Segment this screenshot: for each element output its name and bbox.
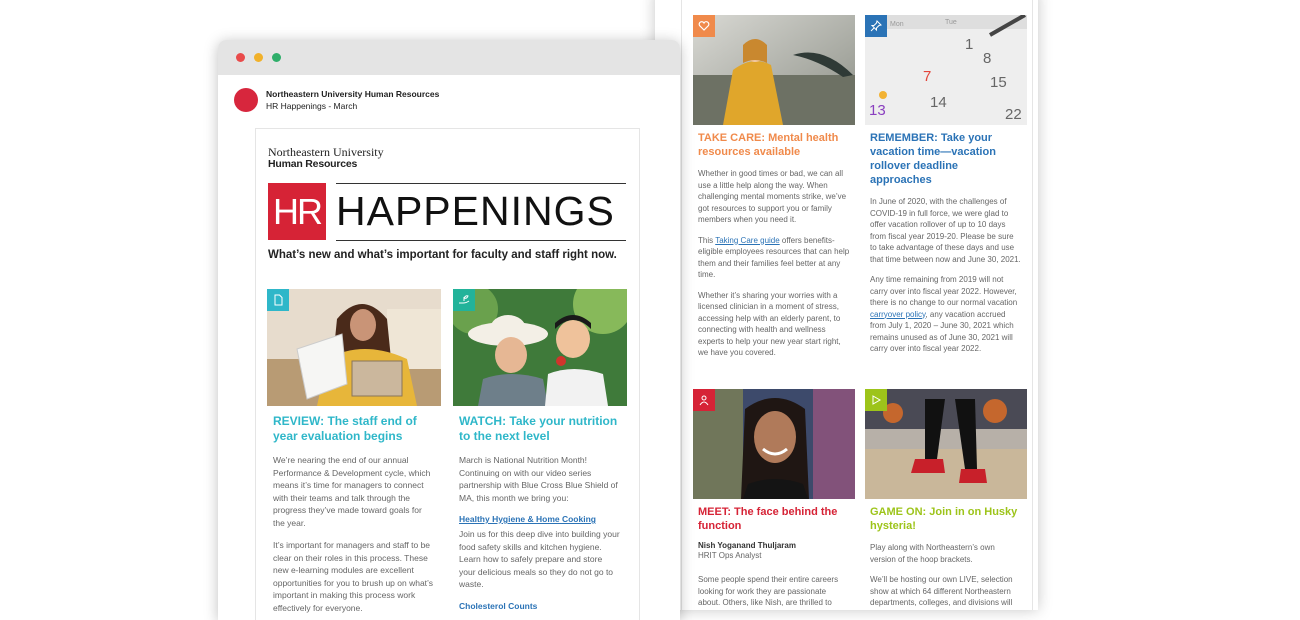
hr-logo-mark: HR — [268, 183, 326, 240]
card-paragraph: Whether in good times or bad, we can all… — [698, 169, 847, 224]
calendar-number: 8 — [983, 50, 991, 67]
woman-reading-photo — [267, 289, 441, 406]
calendar-day-label: Mon — [890, 21, 904, 28]
card-review[interactable]: REVIEW: The staff end of year evaluation… — [267, 289, 441, 614]
avatar — [234, 88, 258, 112]
card-paragraph: Any time remaining from 2019 will not ca… — [870, 275, 1018, 353]
email-subject: HR Happenings - March — [266, 101, 358, 111]
calendar-day-label: Tue — [945, 19, 957, 26]
card-title: REMEMBER: Take your vacation time—vacati… — [870, 132, 996, 186]
play-icon — [865, 389, 887, 411]
card-meet[interactable]: MEET: The face behind the function Nish … — [693, 389, 855, 609]
divider — [336, 240, 626, 241]
minimize-window-button[interactable] — [254, 53, 263, 62]
card-title: REVIEW: The staff end of year evaluation… — [273, 414, 417, 443]
newsletter-tagline: What’s new and what’s important for facu… — [268, 249, 617, 261]
taking-care-guide-link[interactable]: Taking Care guide — [715, 236, 779, 245]
back-newsletter-body: TAKE CARE: Mental health resources avail… — [681, 0, 1033, 610]
profile-name: Nish Yoganand Thuljaram — [698, 541, 796, 550]
card-paragraph: Whether it’s sharing your worries with a… — [698, 290, 841, 358]
calendar-number: 1 — [965, 36, 973, 53]
newsletter-body: Northeastern University Human Resources … — [255, 128, 640, 620]
healthy-hygiene-link[interactable]: Healthy Hygiene & Home Cooking — [459, 514, 596, 524]
calendar-number: 22 — [1005, 106, 1022, 123]
basketball-photo — [865, 389, 1027, 499]
card-paragraph: We’ll be hosting our own LIVE, selection… — [870, 575, 1013, 607]
maximize-window-button[interactable] — [272, 53, 281, 62]
card-title: WATCH: Take your nutrition to the next l… — [459, 414, 618, 443]
calendar-number: 14 — [930, 94, 947, 111]
woman-rain-photo — [693, 15, 855, 125]
email-window: Northeastern University Human Resources … — [218, 40, 680, 620]
card-title: GAME ON: Join in on Husky hysteria! — [870, 506, 1018, 532]
card-paragraph: This Taking Care guide offers benefits-e… — [698, 235, 850, 280]
calendar-number: 7 — [923, 68, 931, 85]
portrait-photo — [693, 389, 855, 499]
calendar-number: 13 — [869, 102, 886, 119]
card-paragraph: Some people spend their entire careers l… — [698, 575, 839, 607]
card-take-care[interactable]: TAKE CARE: Mental health resources avail… — [693, 15, 855, 359]
email-header: Northeastern University Human Resources … — [234, 88, 439, 112]
card-paragraph: It’s important for managers and staff to… — [273, 540, 434, 613]
calendar-photo: Mon Tue 1 8 15 7 14 13 22 — [865, 15, 1027, 125]
close-window-button[interactable] — [236, 53, 245, 62]
document-icon — [267, 289, 289, 311]
window-titlebar — [218, 40, 680, 75]
pushpin-icon — [865, 15, 887, 37]
card-paragraph: Join us for this deep dive into building… — [459, 529, 620, 589]
card-paragraph: Play along with Northeastern’s own versi… — [870, 543, 995, 564]
card-title: MEET: The face behind the function — [698, 506, 838, 532]
plant-hand-icon — [453, 289, 475, 311]
divider — [336, 183, 626, 184]
email-sender: Northeastern University Human Resources — [266, 89, 440, 99]
newsletter-title: HAPPENINGS — [336, 188, 615, 234]
card-game-on[interactable]: GAME ON: Join in on Husky hysteria! Play… — [865, 389, 1027, 609]
card-paragraph: In June of 2020, with the challenges of … — [870, 197, 1021, 264]
mother-child-photo — [453, 289, 627, 406]
card-paragraph: We’re nearing the end of our annual Perf… — [273, 455, 431, 528]
card-remember[interactable]: Mon Tue 1 8 15 7 14 13 22 REMEMBER: Take… — [865, 15, 1027, 355]
cholesterol-counts-link[interactable]: Cholesterol Counts — [459, 601, 537, 611]
back-email-window: TAKE CARE: Mental health resources avail… — [655, 0, 1038, 610]
person-icon — [693, 389, 715, 411]
carryover-policy-link[interactable]: carryover policy — [870, 310, 925, 319]
card-watch[interactable]: WATCH: Take your nutrition to the next l… — [453, 289, 627, 611]
calendar-number: 15 — [990, 74, 1007, 91]
profile-role: HRIT Ops Analyst — [698, 551, 762, 560]
heart-icon — [693, 15, 715, 37]
card-paragraph: March is National Nutrition Month! Conti… — [459, 455, 618, 503]
brand-department: Human Resources — [268, 158, 358, 170]
card-title: TAKE CARE: Mental health resources avail… — [698, 132, 839, 158]
